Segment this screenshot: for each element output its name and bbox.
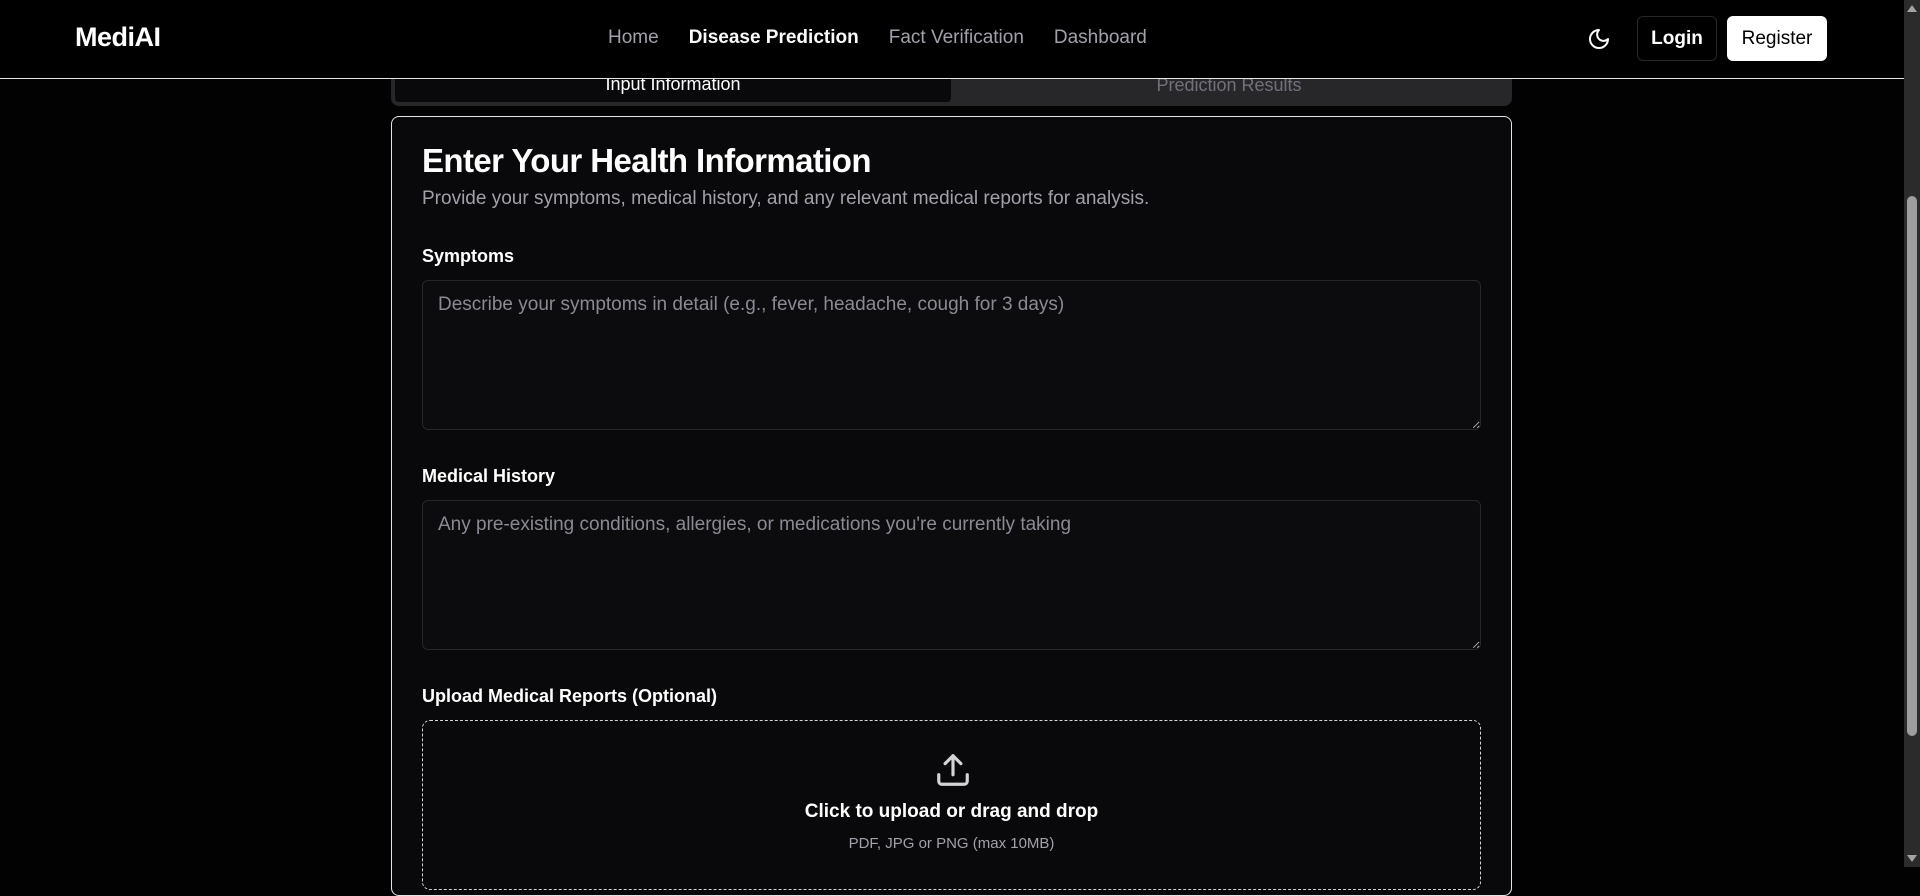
upload-instruction: Click to upload or drag and drop — [804, 801, 1099, 822]
register-button[interactable]: Register — [1727, 16, 1827, 61]
upload-label: Upload Medical Reports (Optional) — [422, 686, 718, 706]
nav-link-disease-prediction[interactable]: Disease Prediction — [689, 27, 859, 49]
brand-logo[interactable]: MediAI — [75, 22, 161, 53]
nav-link-home[interactable]: Home — [608, 27, 659, 49]
nav-link-dashboard[interactable]: Dashboard — [1054, 27, 1147, 49]
login-button[interactable]: Login — [1637, 16, 1717, 61]
top-navbar: MediAI Home Disease Prediction Fact Veri… — [0, 0, 1904, 79]
health-info-card: Enter Your Health Information Provide yo… — [391, 116, 1512, 896]
page-description: Provide your symptoms, medical history, … — [422, 188, 1150, 209]
page-title: Enter Your Health Information — [422, 142, 872, 179]
tab-prediction-results[interactable]: Prediction Results — [951, 76, 1507, 101]
symptoms-label: Symptoms — [422, 246, 515, 266]
scrollbar-thumb[interactable] — [1907, 196, 1917, 736]
upload-file-types: PDF, JPG or PNG (max 10MB) — [848, 835, 1055, 852]
main-nav: Home Disease Prediction Fact Verificatio… — [608, 27, 1147, 49]
scroll-down-arrow-icon[interactable] — [1907, 855, 1917, 862]
medical-history-label: Medical History — [422, 466, 556, 486]
tab-input-information[interactable]: Input Information — [395, 75, 951, 102]
symptoms-input[interactable] — [422, 280, 1481, 430]
vertical-scrollbar[interactable] — [1904, 0, 1920, 867]
moon-icon[interactable] — [1587, 27, 1611, 51]
upload-icon — [934, 751, 972, 789]
scroll-up-arrow-icon[interactable] — [1907, 5, 1917, 12]
medical-history-input[interactable] — [422, 500, 1481, 650]
file-upload-dropzone[interactable]: Click to upload or drag and drop PDF, JP… — [422, 720, 1481, 890]
nav-link-fact-verification[interactable]: Fact Verification — [889, 27, 1024, 49]
